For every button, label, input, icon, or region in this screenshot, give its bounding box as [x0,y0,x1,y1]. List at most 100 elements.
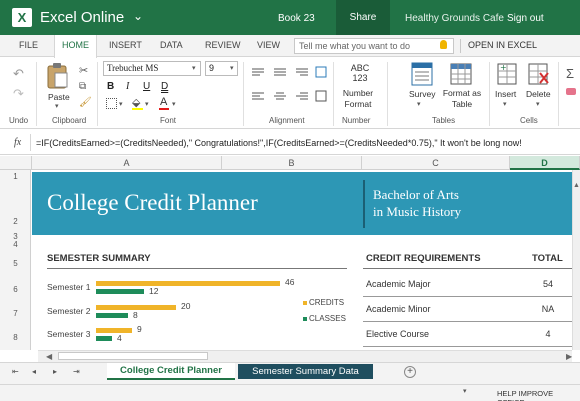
degree-name-line1[interactable]: Bachelor of Arts [373,187,459,203]
column-header-d[interactable]: D [510,156,580,170]
bar-value-classes: 8 [133,310,138,320]
row-header[interactable]: 4 [0,240,31,249]
column-header-c[interactable]: C [362,156,510,170]
chevron-down-icon[interactable]: ▾ [145,100,149,108]
delete-cells-icon[interactable] [527,62,549,86]
first-sheet-icon[interactable]: ⇤ [12,367,19,376]
paste-label[interactable]: Paste [48,92,70,102]
app-name[interactable]: Excel Online [40,9,124,26]
horizontal-scroll-thumb[interactable] [58,352,208,360]
row-header[interactable]: 1 [0,172,31,181]
format-as-table-button[interactable]: Format as Table [440,88,484,110]
underline-icon[interactable]: U [143,81,150,92]
group-label-undo: Undo [9,116,29,125]
previous-sheet-icon[interactable]: ◂ [32,367,36,376]
redo-icon[interactable]: ↷ [13,86,24,102]
scroll-up-icon[interactable]: ▲ [573,182,580,189]
number-format-button[interactable]: Number Format [337,88,379,110]
open-in-excel-button[interactable]: OPEN IN EXCEL [468,40,537,50]
row-divider [363,296,572,297]
last-sheet-icon[interactable]: ⇥ [73,367,80,376]
scroll-left-icon[interactable]: ◀ [46,352,52,361]
chevron-down-icon[interactable]: ▾ [536,100,540,108]
format-as-table-icon[interactable] [450,62,472,86]
sign-out-link[interactable]: Sign out [507,13,544,24]
number-format-icon[interactable]: ABC 123 [345,63,375,83]
row-header[interactable]: 7 [0,309,31,318]
format-painter-icon[interactable]: 🖌 [79,97,92,108]
row-header[interactable]: 5 [0,259,31,268]
total-header[interactable]: TOTAL [532,253,563,264]
copy-icon[interactable]: ⧉ [79,81,86,92]
bar-credits [96,328,132,333]
formula-input[interactable]: =IF(CreditsEarned>=(CreditsNeeded)," Con… [36,138,580,148]
group-label-clipboard: Clipboard [52,116,87,125]
double-underline-icon[interactable]: D [161,81,168,92]
chevron-down-icon[interactable]: ▾ [172,100,176,108]
next-sheet-icon[interactable]: ▸ [53,367,57,376]
survey-button[interactable]: Survey [409,89,435,99]
tab-home[interactable]: HOME [62,40,89,50]
tab-view[interactable]: VIEW [257,40,280,50]
chevron-down-icon[interactable]: ▾ [503,100,507,108]
row-header[interactable]: 2 [0,217,31,226]
insert-cells-button[interactable]: Insert [495,89,516,99]
chevron-down-icon[interactable]: ▾ [119,100,123,108]
alignment-icons[interactable] [250,66,330,106]
chevron-down-icon[interactable]: ▾ [192,64,196,72]
group-divider [36,62,37,126]
tab-insert[interactable]: INSERT [109,40,142,50]
cut-icon[interactable]: ✂ [79,64,88,77]
app-launcher-button[interactable] [0,0,10,35]
group-divider [97,62,98,126]
survey-icon[interactable] [411,62,433,86]
clear-icon[interactable] [566,88,576,95]
semester-summary-header[interactable]: SEMESTER SUMMARY [47,253,151,264]
group-divider [558,62,559,126]
italic-icon[interactable]: I [126,81,129,92]
requirement-total[interactable]: 54 [533,279,563,289]
share-button[interactable]: Share [336,0,390,35]
select-all-corner[interactable] [0,156,32,170]
caret-down-icon[interactable]: ▾ [463,387,467,395]
tab-file[interactable]: FILE [19,40,38,50]
font-name-select[interactable]: Trebuchet MS [103,61,201,76]
borders-icon[interactable] [106,98,117,109]
help-improve-office-link[interactable]: HELP IMPROVE OFFICE [497,389,580,401]
requirement-total[interactable]: 4 [533,329,563,339]
column-header-b[interactable]: B [222,156,362,170]
credit-requirements-header[interactable]: CREDIT REQUIREMENTS [366,253,481,264]
requirement-total[interactable]: NA [533,304,563,314]
tab-data[interactable]: DATA [160,40,183,50]
vertical-scrollbar[interactable] [572,170,580,350]
scroll-right-icon[interactable]: ▶ [566,352,572,361]
chevron-down-icon[interactable]: ▾ [417,100,421,108]
degree-name-line2[interactable]: in Music History [373,204,461,220]
tab-review[interactable]: REVIEW [205,40,241,50]
font-color-icon[interactable]: A [160,96,167,108]
sheet-tab-semester-summary-data[interactable]: Semester Summary Data [238,364,373,379]
insert-cells-icon[interactable]: + [496,62,518,86]
undo-icon[interactable]: ↶ [13,66,24,82]
bar-classes [96,289,144,294]
function-icon[interactable]: fx [14,137,21,148]
tell-me-input[interactable]: Tell me what you want to do [294,38,454,54]
sheet-tab-college-credit-planner[interactable]: College Credit Planner [107,363,235,380]
add-sheet-button[interactable]: + [404,366,416,378]
row-header[interactable]: 8 [0,333,31,342]
chevron-down-icon[interactable]: ▾ [55,102,59,110]
chevron-down-icon[interactable]: ▾ [230,64,234,72]
requirement-label[interactable]: Academic Major [366,279,431,289]
autosum-icon[interactable]: Σ [566,66,574,81]
workbook-name[interactable]: Book 23 [278,13,315,24]
chevron-down-icon[interactable]: ⌄ [133,9,143,23]
legend-label-classes: CLASSES [309,314,346,323]
delete-cells-button[interactable]: Delete [526,89,551,99]
page-title[interactable]: College Credit Planner [47,190,258,216]
column-header-a[interactable]: A [32,156,222,170]
requirement-label[interactable]: Elective Course [366,329,429,339]
bold-icon[interactable]: B [107,81,114,92]
row-header[interactable]: 6 [0,285,31,294]
requirement-label[interactable]: Academic Minor [366,304,431,314]
paste-icon[interactable] [45,62,71,90]
